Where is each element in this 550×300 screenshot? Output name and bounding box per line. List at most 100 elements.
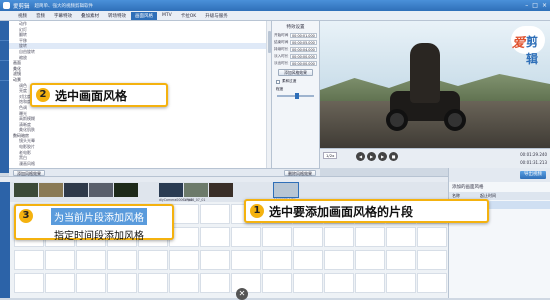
empty-clip-slot[interactable] <box>14 273 44 293</box>
empty-clip-slot[interactable] <box>324 227 354 247</box>
empty-clip-slot[interactable] <box>355 273 385 293</box>
aijianji-watermark-logo: 爱 剪辑 <box>508 24 548 66</box>
app-subtitle: 超简单、强大的视频剪辑软件 <box>34 3 94 9</box>
tab-4[interactable]: 转场特效 <box>104 12 130 20</box>
empty-clip-slot[interactable] <box>45 273 75 293</box>
clip-thumbnail[interactable] <box>89 183 113 197</box>
clip-thumbnail[interactable]: MVI0082.MP4 <box>273 182 299 202</box>
close-icon[interactable]: ✕ <box>236 288 248 300</box>
empty-clip-slot[interactable] <box>200 250 230 270</box>
add-style-button[interactable]: 添加风格效果 <box>13 169 45 176</box>
clip-thumbnail[interactable]: 17906_07_01 <box>184 183 208 202</box>
clip-thumbnail[interactable] <box>14 183 38 197</box>
empty-clip-slot[interactable] <box>200 227 230 247</box>
checkbox-box[interactable] <box>276 79 280 84</box>
empty-clip-slot[interactable] <box>262 273 292 293</box>
next-frame-icon[interactable]: ▶ <box>378 152 387 161</box>
empty-clip-slot[interactable] <box>386 273 416 293</box>
rail-tab-1[interactable] <box>0 21 9 41</box>
clip-thumbnail[interactable] <box>114 183 138 197</box>
empty-clip-slot[interactable] <box>262 250 292 270</box>
tab-6[interactable]: MTV <box>158 12 176 19</box>
watermark-char-ai: 爱 <box>512 36 526 51</box>
field-label: 淡入时长 <box>274 54 289 58</box>
empty-clip-slot[interactable] <box>169 250 199 270</box>
field-input[interactable]: 00:00:00.000 <box>290 61 317 66</box>
clip-thumbnail[interactable] <box>209 183 233 197</box>
step2-badge: 2 <box>36 88 50 102</box>
clip-thumbnail[interactable]: dlyCamera0006.mp4 <box>159 183 193 202</box>
empty-clip-slot[interactable] <box>14 250 44 270</box>
field-label: 持续时长 <box>274 47 289 51</box>
field-input[interactable]: 00:00:04.000 <box>290 47 317 52</box>
tab-8[interactable]: 升级与服务 <box>201 12 232 20</box>
play-icon[interactable]: ▶ <box>367 152 376 161</box>
menu-item-add-to-current[interactable]: 为当前片段添加风格 <box>51 208 147 225</box>
video-preview: 爱 剪辑 <box>320 21 550 148</box>
empty-clip-slot[interactable] <box>355 250 385 270</box>
field-input[interactable]: 00:00:01.000 <box>290 33 317 38</box>
maximize-icon[interactable]: □ <box>532 2 538 9</box>
empty-clip-slot[interactable] <box>200 273 230 293</box>
empty-clip-slot[interactable] <box>107 273 137 293</box>
empty-clip-slot[interactable] <box>324 273 354 293</box>
step3-badge: 3 <box>19 209 33 223</box>
track-side-rail <box>0 182 10 298</box>
stop-icon[interactable]: ■ <box>389 152 398 161</box>
empty-clip-slot[interactable] <box>138 273 168 293</box>
empty-clip-slot[interactable] <box>355 227 385 247</box>
empty-clip-slot[interactable] <box>76 273 106 293</box>
step1-badge: 1 <box>250 204 264 218</box>
empty-clip-slot[interactable] <box>262 227 292 247</box>
soft-transition-checkbox[interactable]: 柔和过渡 <box>276 79 315 84</box>
empty-clip-slot[interactable] <box>417 273 447 293</box>
empty-clip-slot[interactable] <box>417 250 447 270</box>
empty-clip-slot[interactable] <box>45 250 75 270</box>
close-window-icon[interactable]: × <box>542 2 547 9</box>
empty-clip-slot[interactable] <box>138 250 168 270</box>
empty-clip-slot[interactable] <box>386 227 416 247</box>
effect-settings-panel: 特效设置 开始时间 00:00:01.000 结束时间 00:00:05.000 持续时… <box>272 21 320 168</box>
empty-clip-slot[interactable] <box>76 250 106 270</box>
field-input[interactable]: 00:00:00.000 <box>290 54 317 59</box>
playback-buttons: ◀ ▶ ▶ ■ <box>356 152 398 161</box>
empty-clip-slot[interactable] <box>107 250 137 270</box>
empty-clip-slot[interactable] <box>386 250 416 270</box>
level-label-row: 程度 <box>276 87 315 92</box>
export-video-button[interactable]: 导出视频 <box>520 171 546 179</box>
tree-item[interactable]: 漫画风格 <box>9 161 271 167</box>
tab-7[interactable]: 卡拉OK <box>177 12 201 20</box>
tab-2[interactable]: 字幕特效 <box>50 12 76 20</box>
rail-tab-2[interactable] <box>0 41 9 61</box>
empty-clip-slot[interactable] <box>293 227 323 247</box>
scroll-thumb[interactable] <box>268 31 271 53</box>
empty-clip-slot[interactable] <box>324 250 354 270</box>
empty-clip-slot[interactable] <box>293 250 323 270</box>
empty-clip-slot[interactable] <box>231 250 261 270</box>
level-label: 程度 <box>276 87 284 91</box>
tab-5[interactable]: 画面风格 <box>131 11 157 20</box>
apply-style-button[interactable]: 添加风格效果 <box>278 69 313 76</box>
menu-item-add-to-timespan[interactable]: 指定时间段添加风格 <box>54 227 144 242</box>
minimize-icon[interactable]: – <box>525 2 528 9</box>
speed-chip[interactable]: 1/2x <box>323 152 338 159</box>
delete-style-button[interactable]: 删除风格效果 <box>284 169 316 176</box>
player-controls: 1/2x ◀ ▶ ▶ ■ 00:01:29.240 00:01:31.213 <box>320 148 550 168</box>
field-input[interactable]: 00:00:05.000 <box>290 40 317 45</box>
tab-3[interactable]: 叠加素材 <box>77 12 103 20</box>
main-menu-tabs: 视频 音频 字幕特效 叠加素材 转场特效 画面风格 MTV 卡拉OK 升级与服务 <box>0 11 550 21</box>
slider-knob[interactable] <box>295 93 299 99</box>
prev-frame-icon[interactable]: ◀ <box>356 152 365 161</box>
clip-thumbnail[interactable] <box>64 183 88 197</box>
rail-tab-3[interactable] <box>0 61 9 81</box>
empty-clip-slot[interactable] <box>293 273 323 293</box>
tab-0[interactable]: 视频 <box>14 12 31 20</box>
empty-clip-slot[interactable] <box>200 204 230 224</box>
empty-clip-slot[interactable] <box>169 273 199 293</box>
clip-thumbnail[interactable] <box>39 183 63 197</box>
tab-1[interactable]: 音频 <box>32 12 49 20</box>
tree-scrollbar[interactable] <box>266 21 271 168</box>
level-slider[interactable] <box>277 93 314 99</box>
empty-clip-slot[interactable] <box>417 227 447 247</box>
empty-clip-slot[interactable] <box>231 227 261 247</box>
